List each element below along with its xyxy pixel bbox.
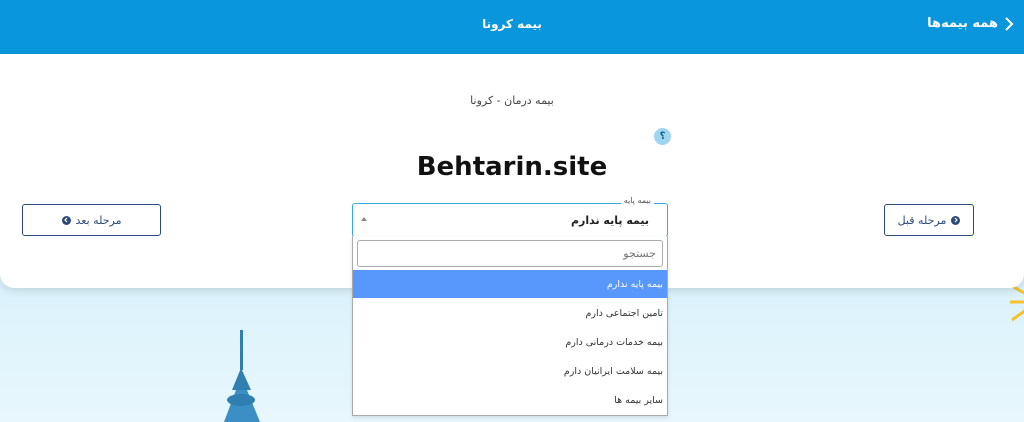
top-bar: بیمه کرونا همه بیمه‌ها (0, 0, 1024, 54)
select-value: بیمه پایه ندارم (570, 214, 649, 227)
all-insurances-label: همه بیمه‌ها (927, 16, 998, 31)
watermark-text: Behtarin.site (416, 152, 608, 182)
prev-step-button[interactable]: مرحله قبل (884, 204, 974, 236)
next-step-button[interactable]: مرحله بعد (22, 204, 161, 236)
option-item[interactable]: بیمه سلامت ایرانیان دارم (353, 357, 667, 385)
option-item[interactable]: بیمه پایه ندارم (353, 270, 667, 298)
prev-step-label: مرحله قبل (897, 213, 947, 227)
tower-illustration (224, 330, 260, 422)
page-title: بیمه کرونا (482, 17, 542, 31)
option-item[interactable]: بیمه خدمات درمانی دارم (353, 328, 667, 356)
base-insurance-select[interactable]: بیمه پایه ندارم بیمه پایه (352, 196, 668, 237)
select-label: بیمه پایه (620, 196, 654, 205)
caret-up-icon (361, 217, 367, 221)
chevron-right-icon (1005, 16, 1014, 31)
search-input[interactable] (357, 240, 663, 267)
arrow-left-circle-icon (61, 215, 71, 225)
all-insurances-link[interactable]: همه بیمه‌ها (927, 16, 1014, 31)
select-dropdown: بیمه پایه ندارم تامین اجتماعی دارم بیمه … (352, 236, 668, 416)
next-step-label: مرحله بعد (75, 213, 122, 227)
breadcrumb: بیمه درمان - کرونا (470, 94, 554, 107)
help-icon[interactable]: ؟ (654, 128, 671, 145)
select-box[interactable]: بیمه پایه ندارم (352, 203, 668, 237)
option-item[interactable]: سایر بیمه ها (353, 386, 667, 414)
arrow-right-circle-icon (951, 215, 961, 225)
option-item[interactable]: تامین اجتماعی دارم (353, 299, 667, 327)
